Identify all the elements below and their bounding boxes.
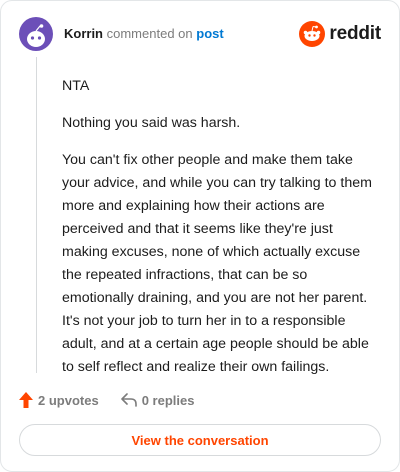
reply-count: 0 replies <box>141 392 195 408</box>
comment-paragraph: You can't fix other people and make them… <box>62 152 372 375</box>
comment-meta: Korrin commented on post <box>64 25 224 43</box>
view-conversation-button[interactable]: View the conversation <box>19 424 381 456</box>
comment-body: NTA Nothing you said was harsh. You can'… <box>62 75 382 393</box>
author-name[interactable]: Korrin <box>64 26 103 41</box>
thread-line <box>36 57 37 373</box>
comment-actions: 2 upvotes 0 replies <box>19 389 381 411</box>
upvote-arrow-icon <box>19 392 33 408</box>
snoo-avatar-icon[interactable] <box>19 17 53 51</box>
upvote-count: 2 upvotes <box>38 392 99 408</box>
reply-button[interactable]: 0 replies <box>120 392 195 408</box>
comment-paragraph: Nothing you said was harsh. <box>62 115 241 131</box>
logo-text: reddit <box>329 23 381 44</box>
upvote-button[interactable]: 2 upvotes <box>19 392 99 408</box>
comment-card: Korrin commented on post reddit NTA Noth… <box>0 0 400 472</box>
comment-paragraph: NTA <box>62 78 90 94</box>
comment-header: Korrin commented on post reddit <box>19 16 381 52</box>
post-link[interactable]: post <box>196 26 223 41</box>
reddit-snoo-icon <box>299 21 326 47</box>
reply-arrow-icon <box>120 393 137 407</box>
reddit-logo[interactable]: reddit <box>299 21 381 47</box>
action-text: commented on <box>106 26 193 41</box>
